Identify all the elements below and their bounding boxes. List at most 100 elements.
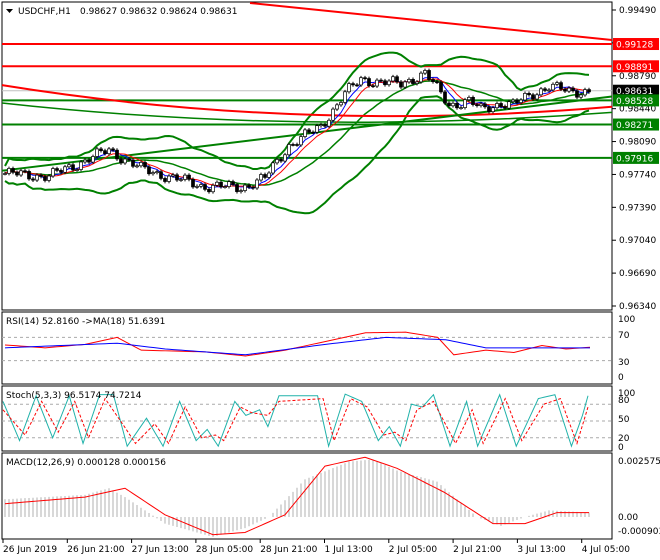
candle-body bbox=[511, 99, 515, 103]
candle-body bbox=[539, 88, 543, 96]
candle-body bbox=[231, 181, 235, 185]
candle-body bbox=[375, 79, 379, 87]
stoch-tick: 80 bbox=[618, 396, 630, 406]
candle-body bbox=[279, 159, 283, 162]
candle-body bbox=[79, 161, 83, 170]
candle-body bbox=[155, 171, 159, 174]
candle-body bbox=[523, 93, 527, 101]
price-badge-label: 0.99128 bbox=[616, 41, 653, 51]
candle-body bbox=[427, 70, 431, 80]
candle-body bbox=[7, 168, 11, 174]
candle-body bbox=[307, 129, 311, 133]
candle-body bbox=[535, 94, 539, 100]
candle-body bbox=[227, 181, 231, 187]
candle-body bbox=[143, 162, 147, 168]
candle-body bbox=[87, 159, 91, 163]
candle-body bbox=[67, 164, 71, 168]
stoch-label: Stoch(5,3,3) 96.5174 74.7214 bbox=[6, 391, 142, 401]
candle-body bbox=[167, 175, 171, 182]
candle-body bbox=[99, 148, 103, 151]
candle-body bbox=[495, 103, 499, 109]
price-badge-label: 0.97916 bbox=[616, 154, 653, 164]
candle-body bbox=[39, 174, 43, 177]
candle-body bbox=[31, 178, 35, 181]
candle-body bbox=[119, 158, 123, 164]
stoch-tick: 50 bbox=[618, 415, 630, 425]
candle-body bbox=[343, 91, 347, 103]
candle-body bbox=[451, 102, 455, 107]
candle-body bbox=[55, 168, 59, 171]
candle-body bbox=[159, 171, 163, 179]
candle-body bbox=[571, 87, 575, 92]
candle-body bbox=[163, 178, 167, 182]
candle-body bbox=[35, 174, 39, 181]
time-axis-label: 1 Jul 13:00 bbox=[325, 545, 374, 555]
macd-label: MACD(12,26,9) 0.000128 0.000156 bbox=[6, 458, 166, 468]
candle-body bbox=[179, 179, 183, 181]
candle-body bbox=[475, 104, 479, 107]
candle-body bbox=[583, 89, 587, 96]
rsi-tick: 70 bbox=[618, 331, 630, 341]
candle-body bbox=[519, 99, 523, 103]
candle-body bbox=[111, 148, 115, 151]
candle-body bbox=[115, 149, 119, 160]
price-tick-label: 0.98790 bbox=[619, 72, 656, 82]
candle-body bbox=[543, 88, 547, 91]
candle-body bbox=[419, 72, 423, 83]
candle-body bbox=[271, 162, 275, 174]
candle-body bbox=[123, 158, 127, 164]
candle-body bbox=[443, 91, 447, 104]
candle-body bbox=[363, 77, 367, 80]
candle-body bbox=[447, 102, 451, 107]
candle-body bbox=[315, 125, 319, 133]
candle-body bbox=[479, 103, 483, 107]
candle-body bbox=[531, 94, 535, 100]
candle-body bbox=[431, 79, 435, 83]
rsi-tick: 0 bbox=[618, 373, 624, 383]
candle-body bbox=[423, 70, 427, 74]
candle-body bbox=[367, 78, 371, 87]
time-axis-label: 28 Jun 21:00 bbox=[260, 545, 317, 555]
candle-body bbox=[267, 172, 271, 178]
candle-body bbox=[331, 108, 335, 121]
candle-body bbox=[483, 103, 487, 108]
price-tick-label: 0.97390 bbox=[619, 203, 656, 213]
candle-body bbox=[139, 162, 143, 167]
chart-canvas[interactable]: 0.994900.991400.987900.984400.980900.977… bbox=[0, 0, 660, 560]
candle-body bbox=[171, 174, 175, 177]
price-tick-label: 0.99490 bbox=[619, 6, 656, 16]
rsi-tick: 30 bbox=[618, 358, 630, 368]
price-tick-label: 0.97740 bbox=[619, 170, 656, 180]
stoch-tick: 0 bbox=[618, 443, 624, 453]
macd-tick: -0.000903 bbox=[618, 527, 660, 537]
time-axis-label: 4 Jul 05:00 bbox=[582, 545, 631, 555]
price-tick-label: 0.97040 bbox=[619, 236, 656, 246]
candle-body bbox=[51, 168, 55, 177]
candle-body bbox=[455, 102, 459, 109]
candle-body bbox=[11, 168, 15, 173]
time-axis-label: 3 Jul 13:00 bbox=[517, 545, 566, 555]
candle-body bbox=[71, 164, 75, 171]
candle-body bbox=[27, 171, 31, 180]
candle-body bbox=[319, 124, 323, 127]
macd-tick: 0.002575 bbox=[618, 457, 660, 467]
candle-body bbox=[551, 83, 555, 91]
candle-body bbox=[83, 159, 87, 163]
candle-body bbox=[255, 179, 259, 189]
candle-body bbox=[75, 169, 79, 171]
candle-body bbox=[439, 81, 443, 93]
candle-body bbox=[147, 166, 151, 175]
time-axis-label: 27 Jun 13:00 bbox=[132, 545, 189, 555]
candle-body bbox=[503, 106, 507, 109]
candle-body bbox=[91, 156, 95, 163]
candle-body bbox=[303, 129, 307, 137]
candle-body bbox=[131, 159, 135, 167]
candle-body bbox=[415, 81, 419, 84]
candle-body bbox=[15, 172, 19, 176]
price-badge-label: 0.98528 bbox=[616, 97, 653, 107]
candle-body bbox=[259, 174, 263, 181]
candle-body bbox=[263, 174, 267, 178]
candle-body bbox=[107, 148, 111, 155]
candle-body bbox=[203, 184, 207, 190]
candle-body bbox=[47, 175, 51, 181]
